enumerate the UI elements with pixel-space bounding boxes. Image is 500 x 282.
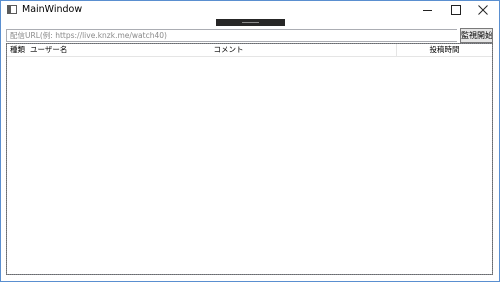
window-title: MainWindow [22,4,83,15]
close-button[interactable] [471,1,495,19]
stream-url-input[interactable] [6,29,457,42]
column-header-comment[interactable]: コメント [61,44,396,56]
window-icon [7,5,17,14]
main-window: MainWindow 監視開始 種類 ユーザー名 コメント 投稿時間 [0,0,500,282]
comment-list[interactable]: 種類 ユーザー名 コメント 投稿時間 [6,43,493,275]
start-monitoring-button[interactable]: 監視開始 [460,28,493,43]
maximize-button[interactable] [444,1,468,19]
close-icon [478,5,488,15]
column-header-username[interactable]: ユーザー名 [29,44,67,56]
title-bar[interactable]: MainWindow [1,1,499,19]
column-header-type[interactable]: 種類 [7,44,29,56]
column-header-posted-time[interactable]: 投稿時間 [396,44,492,56]
debug-toolbar-handle[interactable] [216,19,285,26]
minimize-button[interactable] [416,1,440,19]
list-header: 種類 ユーザー名 コメント 投稿時間 [7,44,492,57]
